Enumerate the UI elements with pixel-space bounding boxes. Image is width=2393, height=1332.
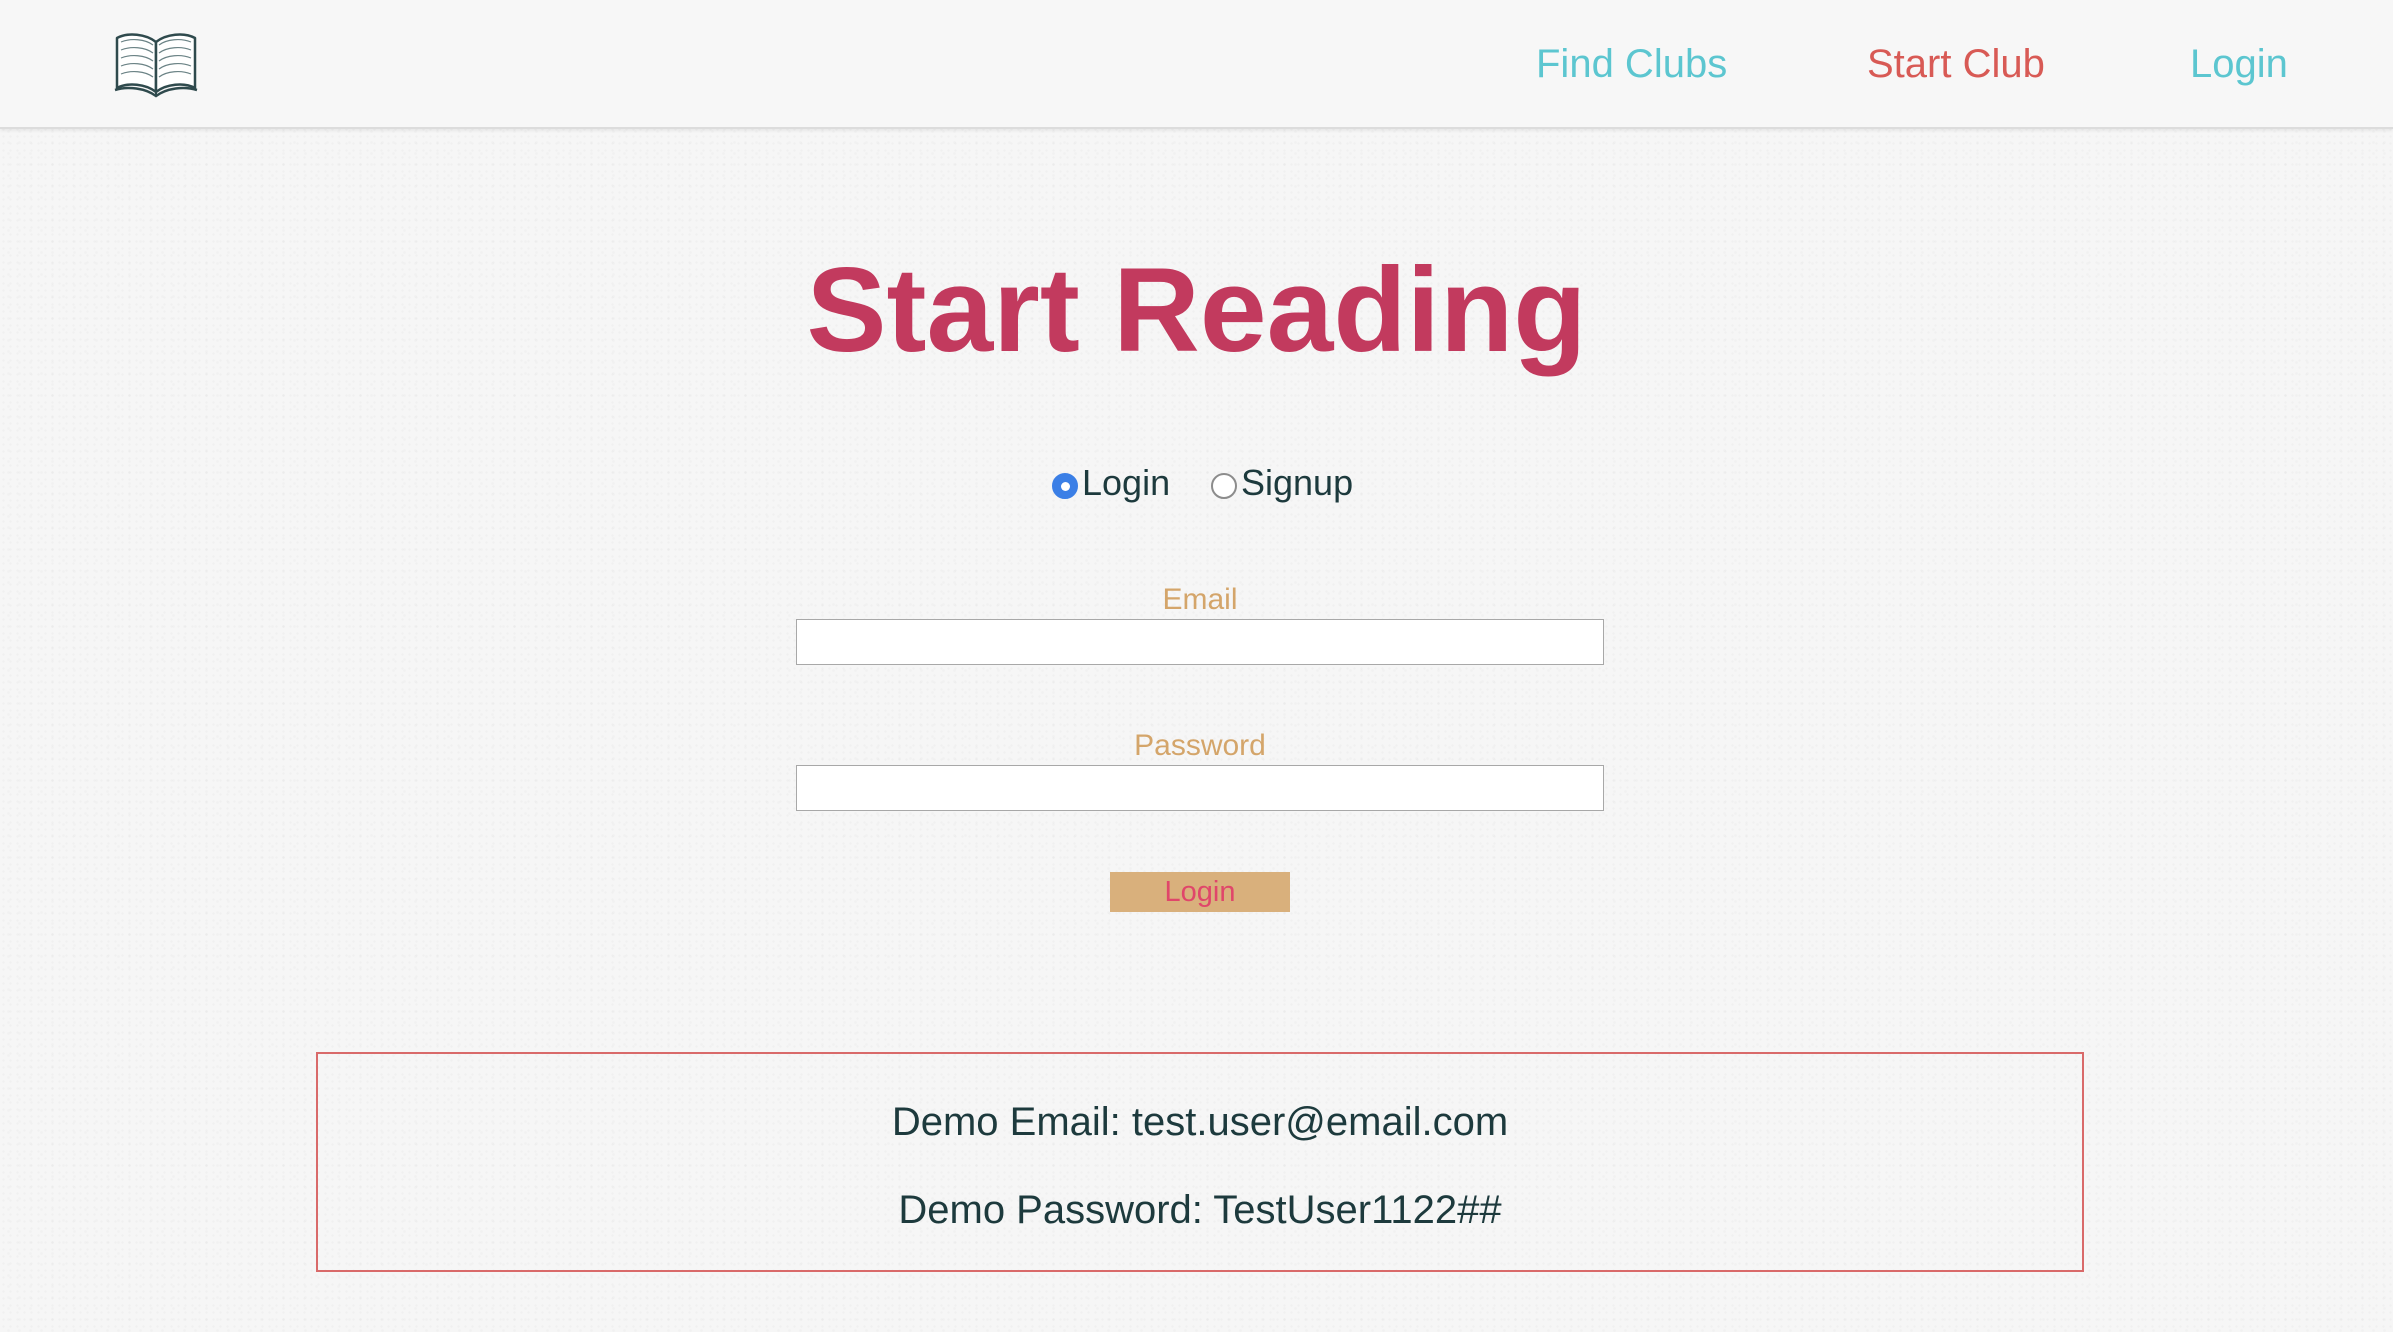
open-book-icon[interactable] (113, 28, 199, 100)
password-field[interactable] (796, 765, 1604, 811)
demo-email-text: Demo Email: test.user@email.com (891, 1100, 1509, 1144)
top-navbar: Find Clubs Start Club Login (0, 0, 2393, 129)
nav-link-start-club[interactable]: Start Club (1867, 36, 2045, 92)
email-field[interactable] (796, 619, 1604, 665)
email-label: Email (1162, 583, 1238, 616)
radio-signup[interactable]: Signup (1211, 455, 1353, 511)
radio-checked-icon[interactable] (1052, 473, 1078, 499)
auth-mode-radio-group: Login Signup (1050, 455, 1353, 511)
demo-password-text: Demo Password: TestUser1122## (898, 1188, 1502, 1232)
login-submit-button[interactable]: Login (1110, 872, 1290, 912)
password-label: Password (1134, 729, 1266, 762)
nav-link-find-clubs[interactable]: Find Clubs (1536, 36, 1727, 92)
nav-link-login[interactable]: Login (2190, 36, 2288, 92)
demo-credentials-box: Demo Email: test.user@email.com Demo Pas… (316, 1052, 2084, 1272)
radio-signup-label: Signup (1241, 462, 1354, 503)
radio-unchecked-icon[interactable] (1211, 473, 1237, 499)
radio-login-label: Login (1082, 462, 1171, 503)
radio-login[interactable]: Login (1052, 455, 1170, 511)
page-title: Start Reading (806, 243, 1587, 377)
